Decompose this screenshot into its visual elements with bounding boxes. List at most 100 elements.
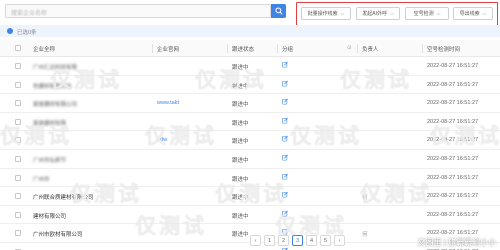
company-name-cell[interactable]: 广州联合质建材有限公司 [33, 193, 94, 201]
column-header[interactable]: 空号检测时间 [427, 45, 460, 53]
column-header[interactable]: 企业官网 [157, 45, 179, 53]
info-icon [7, 28, 13, 34]
page-button[interactable]: 3 [292, 235, 303, 246]
column-divider [422, 44, 423, 53]
row-checkbox[interactable] [15, 63, 21, 69]
search-input[interactable]: 搜索企业名称 [5, 4, 271, 18]
follow-status-cell: 跟进中 [232, 120, 249, 127]
follow-status-cell: 跟进中 [232, 83, 249, 90]
row-checkbox[interactable] [15, 137, 21, 144]
edit-icon[interactable] [282, 98, 288, 105]
edit-icon[interactable] [282, 80, 288, 87]
prev-page-button[interactable]: ‹ [250, 235, 261, 246]
column-header[interactable]: 跟进状态 [232, 45, 254, 53]
table-body: 广州汇达科技有限 跟进中 2022-08-27 16:51:27 色建材有限公司 跟进中… [0, 57, 500, 250]
company-name-cell[interactable]: 家居建材有限 [33, 119, 66, 127]
check-time-cell: 2022-08-27 16:51:27 [427, 211, 479, 218]
column-divider [152, 44, 153, 53]
follow-status-cell: 跟进中 [232, 139, 249, 146]
column-divider [357, 44, 358, 53]
table-row[interactable]: 建材有限公司 跟进中 2022-08-27 16:51:27 [0, 206, 500, 225]
page-button[interactable]: 5 [320, 235, 331, 246]
table-row[interactable]: 色建材有限公司 跟进中 2022-08-27 16:51:27 [0, 76, 500, 95]
row-checkbox[interactable] [15, 118, 21, 125]
page-button[interactable]: 1 [264, 235, 275, 246]
chevron-down-icon: ⌵ [436, 10, 441, 17]
check-time-cell: 2022-08-27 16:51:27 [427, 100, 479, 107]
row-checkbox[interactable] [15, 174, 21, 181]
table-row[interactable]: odw 跟进中 2022-08-27 16:51:27 [0, 131, 500, 150]
empty-number-check-label: 空号检测 [413, 11, 434, 17]
settings-icon[interactable]: ⊙ [347, 45, 352, 51]
column-header[interactable]: 负责人 [362, 45, 379, 53]
table-header: 企业全称 企业官网 跟进状态 分组 ⊙ 负责人 空号检测时间 [0, 40, 500, 57]
table-row[interactable]: 广州汇达科技有限 跟进中 2022-08-27 16:51:27 [0, 57, 500, 76]
edit-icon[interactable] [282, 117, 288, 124]
search-placeholder: 搜索企业名称 [11, 11, 48, 17]
row-checkbox[interactable] [15, 211, 21, 218]
company-name-cell[interactable]: 建材有限公司 [33, 212, 66, 220]
check-time-cell: 2022-08-27 16:51:27 [427, 174, 479, 181]
check-time-cell: 2022-08-27 16:51:27 [427, 155, 479, 162]
follow-status-cell: 跟进中 [232, 213, 249, 220]
table-row[interactable]: 家居建材有限公司 www.takt 跟进中 2022-08-27 16:51:27 [0, 94, 500, 113]
website-link[interactable]: www.takt [157, 100, 179, 106]
selection-count: 已选0条 [17, 30, 37, 36]
batch-operation-label: 批量操作线索 [307, 11, 338, 17]
page-button[interactable]: 2 [278, 235, 289, 246]
table-row[interactable]: 广州联合质建材有限公司 跟进中 何 2022-08-27 16:51:27 [0, 187, 500, 206]
company-name-cell[interactable]: 广州市弘昇节 [33, 156, 66, 164]
follow-status-cell: 跟进中 [232, 195, 249, 202]
source-caption: 文图里 | 旅霸霸测小小 [417, 238, 496, 247]
check-time-cell: 2022-08-27 16:51:27 [427, 81, 479, 88]
export-leads-label: 导出线索 [459, 11, 480, 17]
edit-icon[interactable] [282, 191, 288, 198]
follow-status-cell: 跟进中 [232, 176, 249, 183]
owner-cell: 何 [362, 195, 368, 202]
row-checkbox[interactable] [15, 155, 21, 162]
column-divider [277, 44, 278, 53]
edit-icon[interactable] [282, 173, 288, 180]
company-name-cell[interactable]: 色建材有限公司 [33, 82, 72, 90]
edit-icon[interactable] [282, 135, 288, 142]
chevron-down-icon: ⌵ [389, 10, 394, 17]
search-button[interactable] [271, 4, 286, 18]
chevron-down-icon: ⌵ [482, 10, 487, 17]
company-name-cell[interactable]: 广州汇达科技有限 [33, 63, 77, 71]
batch-operation-button[interactable]: 批量操作线索 ⌵ [301, 7, 351, 20]
edit-icon[interactable] [282, 61, 288, 68]
company-name-cell[interactable]: 家居建材有限公司 [33, 100, 77, 108]
website-link[interactable]: odw [157, 137, 167, 143]
next-page-button[interactable]: › [334, 235, 345, 246]
table-row[interactable]: 广州市弘昇节 跟进中 2022-08-27 16:51:27 [0, 150, 500, 169]
check-time-cell: 2022-08-27 16:51:27 [427, 63, 479, 69]
follow-status-cell: 跟进中 [232, 65, 249, 71]
edit-icon[interactable] [282, 154, 288, 161]
row-checkbox[interactable] [15, 193, 21, 200]
toolbar: 搜索企业名称 批量操作线索 ⌵ 发起AI外呼 ⌵ 空号检测 ⌵ 导出线索 ⌵ [0, 0, 500, 29]
company-name-cell[interactable]: 广州市 [33, 175, 50, 183]
column-header[interactable]: 企业全称 [33, 45, 55, 53]
table-row[interactable]: 家居建材有限 跟进中 2022-08-27 16:51:27 [0, 113, 500, 132]
follow-status-cell: 跟进中 [232, 157, 249, 164]
ai-call-label: 发起AI外呼 [362, 11, 387, 17]
column-header[interactable]: 分组 [282, 45, 293, 53]
chevron-down-icon: ⌵ [340, 10, 345, 17]
row-checkbox[interactable] [15, 100, 21, 107]
row-checkbox[interactable] [15, 81, 21, 88]
select-all-checkbox[interactable] [15, 45, 21, 51]
check-time-cell: 2022-08-27 16:51:27 [427, 118, 479, 125]
check-time-cell: 2022-08-27 16:51:27 [427, 137, 479, 144]
selection-bar: 已选0条 [0, 25, 500, 37]
page-button[interactable]: 4 [306, 235, 317, 246]
table-row[interactable]: 广州市 跟进中 2022-08-27 16:51:27 [0, 169, 500, 188]
search-icon [274, 7, 283, 15]
follow-status-cell: 跟进中 [232, 102, 249, 109]
leads-table: 企业全称 企业官网 跟进状态 分组 ⊙ 负责人 空号检测时间 广州汇达科技有限跟… [0, 40, 500, 250]
check-time-cell: 2022-08-27 16:51:27 [427, 193, 479, 200]
ai-call-button[interactable]: 发起AI外呼 ⌵ [356, 7, 400, 20]
empty-number-check-button[interactable]: 空号检测 ⌵ [405, 7, 449, 20]
column-divider [227, 44, 228, 53]
export-leads-button[interactable]: 导出线索 ⌵ [453, 7, 493, 20]
edit-icon[interactable] [282, 210, 288, 217]
